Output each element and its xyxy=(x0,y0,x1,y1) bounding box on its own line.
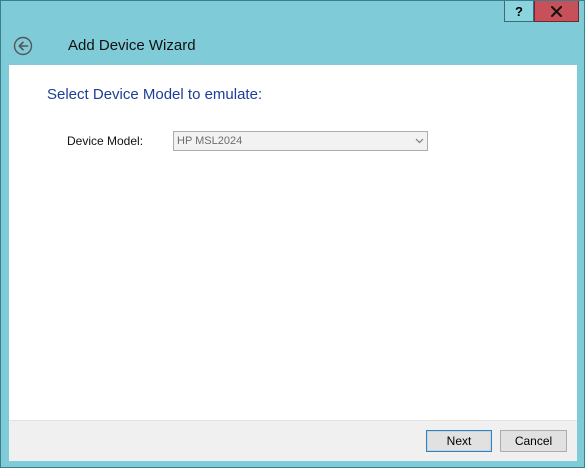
close-icon xyxy=(551,5,562,17)
close-button[interactable] xyxy=(534,1,579,22)
help-label: ? xyxy=(515,3,523,19)
device-model-value: HP MSL2024 xyxy=(177,135,243,147)
device-model-label: Device Model: xyxy=(67,134,144,148)
next-button[interactable]: Next xyxy=(426,430,492,452)
content-panel: Select Device Model to emulate: Device M… xyxy=(9,65,577,420)
cancel-button[interactable]: Cancel xyxy=(500,430,567,452)
footer-bar: Next Cancel xyxy=(9,420,577,461)
back-arrow-icon xyxy=(13,36,33,60)
section-title: Select Device Model to emulate: xyxy=(47,86,263,103)
help-button[interactable]: ? xyxy=(504,1,534,22)
back-button[interactable] xyxy=(13,36,33,56)
device-model-select[interactable]: HP MSL2024 xyxy=(173,131,428,151)
wizard-window: ? Add Device Wizard Select Device Model … xyxy=(0,0,585,468)
wizard-title: Add Device Wizard xyxy=(68,37,196,54)
chevron-down-icon xyxy=(411,132,427,150)
